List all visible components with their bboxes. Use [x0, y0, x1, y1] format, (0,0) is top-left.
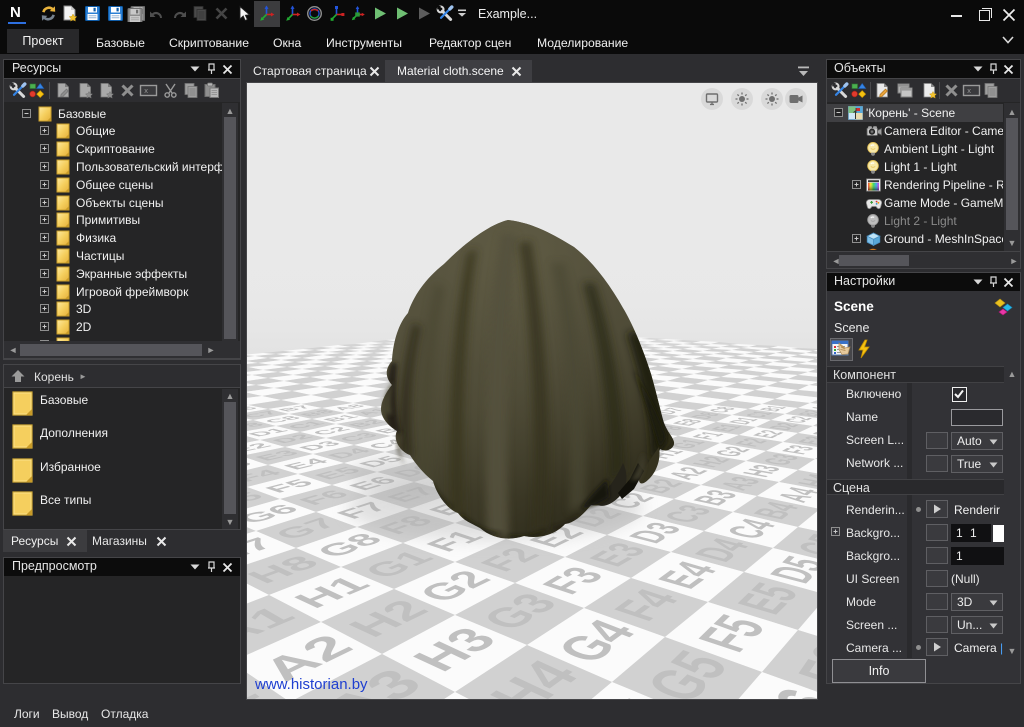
svg-text:x: x	[967, 88, 971, 96]
svg-text:E6: E6	[817, 602, 818, 651]
svg-text:x: x	[144, 88, 148, 96]
